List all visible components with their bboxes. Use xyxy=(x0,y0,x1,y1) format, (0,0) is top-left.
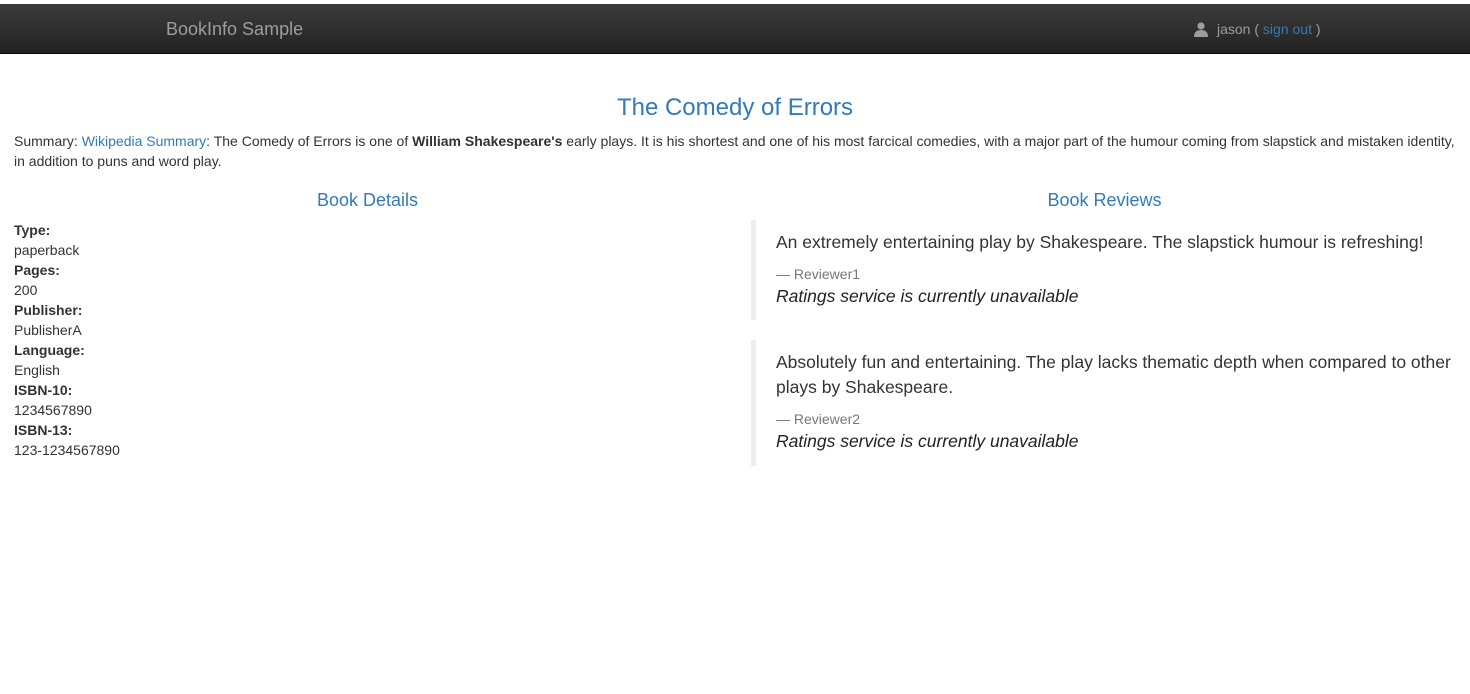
detail-label-pages: Pages: xyxy=(14,262,60,278)
review-text: An extremely entertaining play by Shakes… xyxy=(776,232,1424,252)
book-reviews-heading: Book Reviews xyxy=(1047,190,1162,210)
detail-value-publisher: PublisherA xyxy=(14,322,82,338)
detail-value-language: English xyxy=(14,362,60,378)
username: jason xyxy=(1217,21,1251,37)
review-text: Absolutely fun and entertaining. The pla… xyxy=(776,352,1451,397)
navbar-brand[interactable]: BookInfo Sample xyxy=(166,18,303,40)
detail-value-type: paperback xyxy=(14,242,80,258)
close-paren: ) xyxy=(1315,21,1321,37)
wikipedia-summary-link[interactable]: Wikipedia Summary xyxy=(82,133,206,149)
detail-label-isbn10: ISBN-10: xyxy=(14,382,73,398)
navbar: BookInfo Sample jason ( sign out ) xyxy=(0,4,1470,54)
detail-value-pages: 200 xyxy=(14,282,38,298)
review-author: — Reviewer2 xyxy=(776,411,861,427)
review-rating-status: Ratings service is currently unavailable xyxy=(776,286,1079,306)
user-menu: jason ( sign out ) xyxy=(1193,19,1321,39)
book-summary: Summary: Wikipedia Summary: The Comedy o… xyxy=(14,131,1460,171)
detail-label-publisher: Publisher: xyxy=(14,302,83,318)
summary-text-1: : The Comedy of Errors is one of xyxy=(206,133,413,149)
summary-prefix: Summary: xyxy=(14,133,78,149)
user-icon xyxy=(1193,21,1209,37)
detail-value-isbn10: 1234567890 xyxy=(14,402,92,418)
review-rating-status: Ratings service is currently unavailable xyxy=(776,431,1079,451)
book-title: The Comedy of Errors xyxy=(616,94,854,121)
sign-out-link[interactable]: sign out xyxy=(1263,19,1312,39)
open-paren: ( xyxy=(1254,21,1260,37)
detail-label-isbn13: ISBN-13: xyxy=(14,422,73,438)
summary-author: William Shakespeare's xyxy=(412,133,563,149)
review-author: — Reviewer1 xyxy=(776,266,861,282)
book-details-list: Type: paperback Pages: 200 Publisher: Pu… xyxy=(14,220,120,460)
review-blockquote: An extremely entertaining play by Shakes… xyxy=(751,220,1451,320)
review-blockquote: Absolutely fun and entertaining. The pla… xyxy=(751,340,1451,466)
detail-label-language: Language: xyxy=(14,342,85,358)
detail-value-isbn13: 123-1234567890 xyxy=(14,442,120,458)
book-details-heading: Book Details xyxy=(316,190,419,210)
detail-label-type: Type: xyxy=(14,222,51,238)
